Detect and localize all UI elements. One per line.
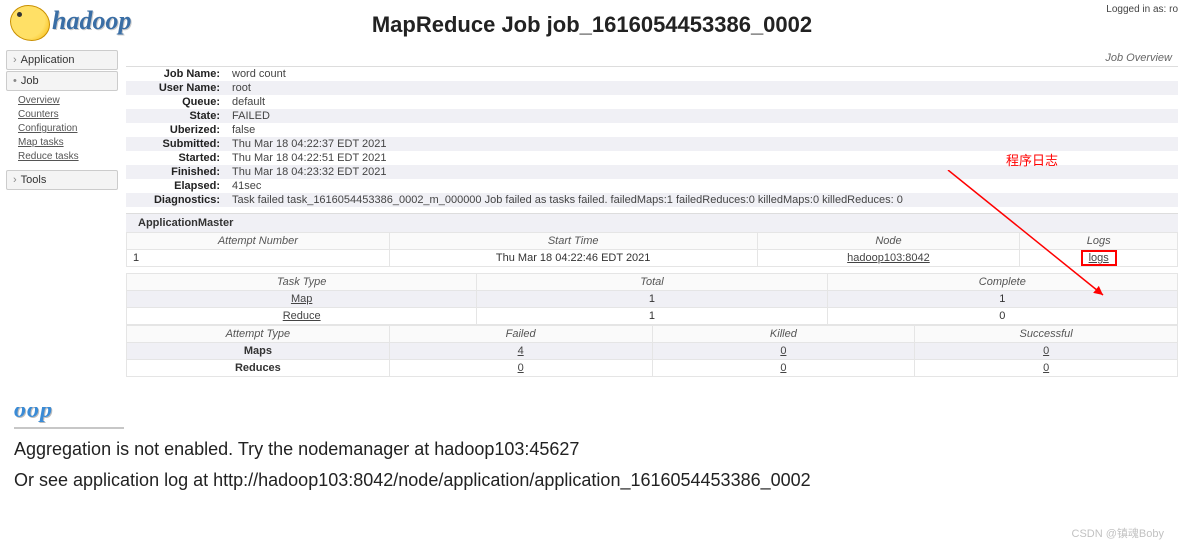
kv-key: Job Name: — [126, 67, 226, 81]
fragment-line1: Aggregation is not enabled. Try the node… — [14, 439, 1170, 460]
kv-key: Uberized: — [126, 123, 226, 137]
att-reduces-success[interactable]: 0 — [1043, 362, 1049, 374]
att-maps-label: Maps — [127, 343, 390, 360]
am-attempt: 1 — [127, 250, 390, 267]
kv-val: root — [226, 81, 1178, 95]
sidebar-section-tools[interactable]: Tools — [6, 170, 118, 190]
kv-key: Elapsed: — [126, 179, 226, 193]
att-maps-failed[interactable]: 4 — [518, 345, 524, 357]
att-maps-killed[interactable]: 0 — [780, 345, 786, 357]
task-map-link[interactable]: Map — [291, 293, 312, 305]
att-h-killed: Killed — [652, 326, 915, 343]
kv-key: User Name: — [126, 81, 226, 95]
am-logs-link[interactable]: logs — [1089, 252, 1109, 264]
sidebar-link-overview[interactable]: Overview — [18, 94, 118, 108]
att-row-reduces: Reduces 0 0 0 — [127, 360, 1178, 377]
kv-key: Started: — [126, 151, 226, 165]
task-h-total: Total — [477, 274, 827, 291]
sidebar-link-configuration[interactable]: Configuration — [18, 122, 118, 136]
task-table: Task Type Total Complete Map 1 1 Reduce … — [126, 273, 1178, 325]
att-maps-success[interactable]: 0 — [1043, 345, 1049, 357]
fragment-panel: oop Aggregation is not enabled. Try the … — [0, 407, 1184, 511]
attempt-table: Attempt Type Failed Killed Successful Ma… — [126, 325, 1178, 377]
kv-key: State: — [126, 109, 226, 123]
task-row-map: Map 1 1 — [127, 291, 1178, 308]
att-h-type: Attempt Type — [127, 326, 390, 343]
hadoop-logo: hadoop — [10, 5, 131, 41]
kv-key: Diagnostics: — [126, 193, 226, 207]
att-row-maps: Maps 4 0 0 — [127, 343, 1178, 360]
am-start: Thu Mar 18 04:22:46 EDT 2021 — [389, 250, 757, 267]
sidebar-label: Application — [21, 54, 75, 66]
task-h-type: Task Type — [127, 274, 477, 291]
task-reduce-link[interactable]: Reduce — [283, 310, 321, 322]
task-map-total: 1 — [477, 291, 827, 308]
kv-val: false — [226, 123, 1178, 137]
kv-val: word count — [226, 67, 1178, 81]
overview-title: Job Overview — [126, 50, 1178, 67]
att-reduces-label: Reduces — [127, 360, 390, 377]
sidebar-label: Job — [21, 75, 39, 87]
kv-val: Task failed task_1616054453386_0002_m_00… — [226, 193, 1178, 207]
task-row-reduce: Reduce 1 0 — [127, 308, 1178, 325]
fragment-line2: Or see application log at http://hadoop1… — [14, 470, 1170, 491]
att-reduces-killed[interactable]: 0 — [780, 362, 786, 374]
kv-val: Thu Mar 18 04:22:51 EDT 2021 — [226, 151, 1178, 165]
watermark: CSDN @镇魂Boby — [1072, 525, 1164, 541]
sidebar: Application Job Overview Counters Config… — [6, 50, 118, 377]
kv-key: Submitted: — [126, 137, 226, 151]
att-h-failed: Failed — [389, 326, 652, 343]
am-title: ApplicationMaster — [126, 213, 1178, 232]
task-map-complete: 1 — [827, 291, 1177, 308]
sidebar-label: Tools — [21, 174, 47, 186]
kv-val: default — [226, 95, 1178, 109]
login-status: Logged in as: ro — [1106, 4, 1178, 15]
task-h-complete: Complete — [827, 274, 1177, 291]
am-h-logs: Logs — [1020, 233, 1178, 250]
fragment-logo: oop — [14, 407, 124, 429]
am-row: 1 Thu Mar 18 04:22:46 EDT 2021 hadoop103… — [127, 250, 1178, 267]
job-overview-table: Job Name:word count User Name:root Queue… — [126, 67, 1178, 207]
kv-key: Queue: — [126, 95, 226, 109]
am-h-attempt: Attempt Number — [127, 233, 390, 250]
page-title: MapReduce Job job_1616054453386_0002 — [0, 0, 1184, 38]
kv-val: 41sec — [226, 179, 1178, 193]
am-h-start: Start Time — [389, 233, 757, 250]
att-h-success: Successful — [915, 326, 1178, 343]
kv-val: FAILED — [226, 109, 1178, 123]
kv-val: Thu Mar 18 04:23:32 EDT 2021 — [226, 165, 1178, 179]
task-reduce-complete: 0 — [827, 308, 1177, 325]
am-table: Attempt Number Start Time Node Logs 1 Th… — [126, 232, 1178, 267]
kv-val: Thu Mar 18 04:22:37 EDT 2021 — [226, 137, 1178, 151]
am-node-link[interactable]: hadoop103:8042 — [847, 252, 930, 264]
att-reduces-failed[interactable]: 0 — [518, 362, 524, 374]
sidebar-section-application[interactable]: Application — [6, 50, 118, 70]
sidebar-link-reduce-tasks[interactable]: Reduce tasks — [18, 150, 118, 164]
task-reduce-total: 1 — [477, 308, 827, 325]
sidebar-link-counters[interactable]: Counters — [18, 108, 118, 122]
sidebar-link-map-tasks[interactable]: Map tasks — [18, 136, 118, 150]
am-h-node: Node — [757, 233, 1020, 250]
kv-key: Finished: — [126, 165, 226, 179]
sidebar-section-job[interactable]: Job — [6, 71, 118, 91]
